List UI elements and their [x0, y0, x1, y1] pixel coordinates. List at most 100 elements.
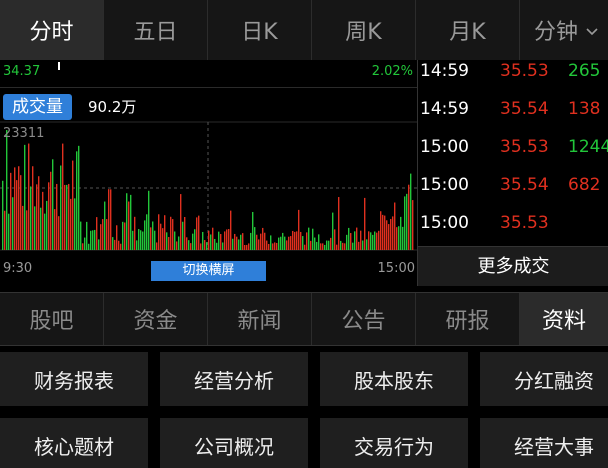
- volume-bar: [394, 202, 396, 250]
- volume-bar: [164, 215, 166, 250]
- volume-bar: [2, 180, 4, 250]
- volume-bar: [178, 236, 180, 250]
- volume-bar: [268, 243, 270, 250]
- tab-intraday-label: 分时: [29, 20, 74, 45]
- more-trades-button[interactable]: 更多成交: [418, 246, 608, 286]
- volume-bar: [412, 200, 414, 250]
- tab-stock-forum[interactable]: 股吧: [0, 293, 104, 345]
- volume-bar: [296, 231, 298, 250]
- volume-bar: [116, 225, 118, 250]
- price-row: 34.37 2.02%: [0, 60, 417, 88]
- volume-bar: [8, 213, 10, 250]
- volume-bar: [284, 236, 286, 250]
- volume-bar: [190, 243, 192, 250]
- volume-bar: [350, 233, 352, 250]
- volume-bar: [306, 232, 308, 250]
- tab-five-day[interactable]: 五日: [104, 0, 208, 60]
- trade-row: 14:59 35.54 138: [418, 98, 608, 136]
- core-themes-button[interactable]: 核心题材: [0, 418, 148, 468]
- trade-price: 35.53: [500, 213, 549, 233]
- trade-volume: 682: [568, 175, 601, 195]
- volume-bar: [372, 234, 374, 250]
- volume-bar: [70, 198, 72, 250]
- volume-bar: [200, 243, 202, 250]
- tab-funds[interactable]: 资金: [104, 293, 208, 345]
- volume-bar: [62, 143, 64, 250]
- tab-profile[interactable]: 资料: [520, 293, 608, 345]
- company-overview-button[interactable]: 公司概况: [160, 418, 308, 468]
- tab-announcements-label: 公告: [341, 309, 386, 334]
- volume-bar: [92, 230, 94, 250]
- volume-bar: [358, 241, 360, 250]
- switch-landscape-button[interactable]: 切换横屏: [151, 261, 266, 281]
- volume-bar: [272, 243, 274, 250]
- financial-statements-button[interactable]: 财务报表: [0, 352, 148, 406]
- tab-five-day-label: 五日: [133, 20, 178, 45]
- tab-daily-k-label: 日K: [241, 20, 278, 45]
- volume-bar: [30, 186, 32, 250]
- volume-bar: [238, 239, 240, 250]
- volume-bar: [110, 189, 112, 250]
- volume-bar: [308, 227, 310, 250]
- volume-bar: [314, 237, 316, 250]
- volume-bar: [16, 180, 18, 250]
- volume-bar: [14, 167, 16, 250]
- dividends-financing-button[interactable]: 分红融资: [480, 352, 608, 406]
- volume-bar: [54, 209, 56, 250]
- volume-bar: [144, 220, 146, 250]
- volume-bar: [64, 184, 66, 250]
- volume-bar: [246, 244, 248, 250]
- volume-bar: [320, 243, 322, 250]
- tab-minute[interactable]: 分钟: [520, 0, 608, 60]
- tab-monthly-k[interactable]: 月K: [416, 0, 520, 60]
- volume-bar: [276, 242, 278, 250]
- volume-bar: [408, 184, 410, 250]
- volume-bar: [176, 241, 178, 250]
- trade-time: 15:00: [420, 175, 469, 195]
- tab-research[interactable]: 研报: [416, 293, 520, 345]
- trade-price: 35.54: [500, 99, 549, 119]
- volume-bar: [224, 231, 226, 250]
- volume-bar: [254, 227, 256, 250]
- volume-bar: [376, 232, 378, 250]
- volume-bar: [310, 240, 312, 250]
- trade-price: 35.53: [500, 137, 549, 157]
- business-events-button[interactable]: 经营大事: [480, 418, 608, 468]
- volume-bar: [162, 228, 164, 250]
- volume-indicator-button[interactable]: 成交量: [3, 94, 72, 120]
- volume-bar: [208, 230, 210, 250]
- volume-bar: [68, 183, 70, 250]
- tab-intraday[interactable]: 分时: [0, 0, 104, 60]
- intraday-volume-chart[interactable]: 34.37 2.02% 成交量 90.2万 23311 9:30 切换横屏 15…: [0, 60, 417, 286]
- tab-weekly-k[interactable]: 周K: [312, 0, 416, 60]
- volume-bar: [198, 215, 200, 250]
- volume-bar: [202, 231, 204, 250]
- volume-bar: [134, 216, 136, 250]
- volume-bar: [392, 216, 394, 250]
- volume-bar: [94, 229, 96, 250]
- volume-bar: [180, 194, 182, 250]
- tab-announcements[interactable]: 公告: [312, 293, 416, 345]
- volume-bar: [112, 237, 114, 250]
- business-analysis-button[interactable]: 经营分析: [160, 352, 308, 406]
- volume-bar: [18, 166, 20, 250]
- volume-bar: [44, 213, 46, 250]
- tab-news[interactable]: 新闻: [208, 293, 312, 345]
- volume-bar: [378, 230, 380, 250]
- volume-bar: [140, 230, 142, 250]
- volume-bar: [28, 143, 30, 250]
- volume-bar: [230, 210, 232, 250]
- volume-bar: [88, 243, 90, 250]
- volume-bar: [336, 244, 338, 250]
- volume-bar: [12, 197, 14, 250]
- tab-daily-k[interactable]: 日K: [208, 0, 312, 60]
- trading-behavior-button[interactable]: 交易行为: [320, 418, 468, 468]
- volume-bar: [100, 224, 102, 250]
- volume-bar: [330, 237, 332, 250]
- volume-bar: [302, 236, 304, 250]
- volume-bar: [292, 230, 294, 250]
- volume-bar: [288, 236, 290, 250]
- volume-bar: [244, 244, 246, 250]
- share-capital-button[interactable]: 股本股东: [320, 352, 468, 406]
- volume-bar: [156, 242, 158, 250]
